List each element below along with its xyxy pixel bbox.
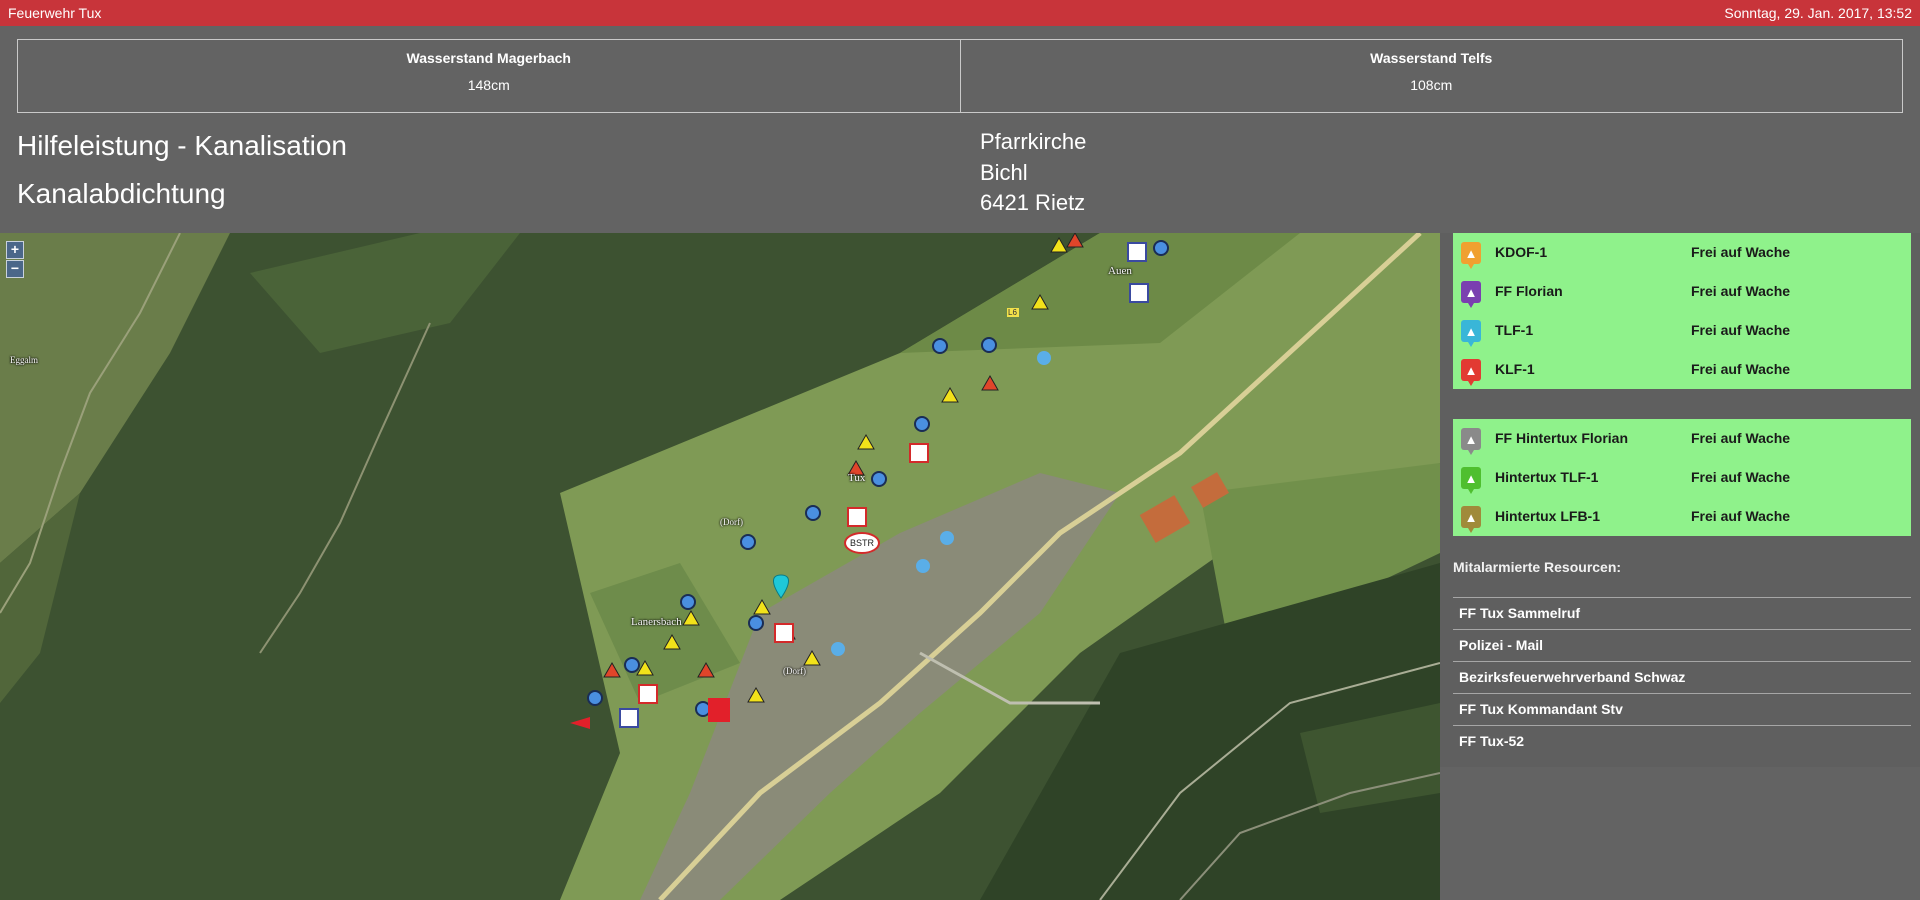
- vehicle-row[interactable]: ▲ KDOF-1 Frei auf Wache: [1453, 233, 1911, 272]
- station-title: Feuerwehr Tux: [8, 5, 102, 21]
- map-label-dorf: (Dorf): [720, 517, 743, 527]
- resource-item: FF Tux Sammelruf: [1453, 597, 1911, 629]
- car-icon: ▲: [1461, 467, 1481, 494]
- map-label-auen: Auen: [1108, 265, 1132, 277]
- car-icon: ▲: [1461, 242, 1481, 269]
- resource-item: Bezirksfeuerwehrverband Schwaz: [1453, 661, 1911, 693]
- current-datetime: Sonntag, 29. Jan. 2017, 13:52: [1724, 5, 1912, 21]
- zoom-in-button[interactable]: +: [6, 241, 24, 259]
- car-icon: ▲: [1461, 428, 1481, 455]
- vehicle-status: Frei auf Wache: [1691, 244, 1791, 260]
- vehicle-status: Frei auf Wache: [1691, 322, 1791, 338]
- vehicle-name: Hintertux TLF-1: [1495, 469, 1599, 485]
- map-label-bstr: BSTR: [850, 538, 875, 548]
- water-level-panel: Wasserstand Magerbach 148cm Wasserstand …: [17, 39, 1903, 113]
- incident-address-line: Bichl: [980, 160, 1028, 185]
- car-icon: ▲: [1461, 359, 1481, 386]
- zoom-out-button[interactable]: −: [6, 260, 24, 278]
- incident-address-line: 6421 Rietz: [980, 190, 1086, 215]
- vehicle-name: TLF-1: [1495, 322, 1534, 338]
- incident-address-line: Pfarrkirche: [980, 129, 1087, 154]
- vehicle-group-hintertux: ▲ FF Hintertux Florian Frei auf Wache ▲ …: [1453, 419, 1911, 536]
- water-level-value: 108cm: [1410, 77, 1453, 93]
- water-level-value: 148cm: [467, 77, 510, 93]
- car-icon: ▲: [1461, 320, 1481, 347]
- map-label-lanersbach: Lanersbach: [631, 616, 682, 628]
- water-level-name: Wasserstand Magerbach: [406, 50, 571, 66]
- incident-map[interactable]: + − Eggalm Auen Tux (Dorf) Lanersbach (D…: [0, 233, 1440, 900]
- vehicle-panel: ▲ KDOF-1 Frei auf Wache ▲ FF Florian Fre…: [1440, 233, 1920, 767]
- map-label-eggalm: Eggalm: [10, 355, 38, 365]
- map-label-dorf: (Dorf): [783, 666, 806, 676]
- car-icon: ▲: [1461, 506, 1481, 533]
- water-level-telfs: Wasserstand Telfs 108cm: [959, 40, 1903, 112]
- water-level-name: Wasserstand Telfs: [1370, 50, 1493, 66]
- vehicle-row[interactable]: ▲ FF Florian Frei auf Wache: [1453, 272, 1911, 311]
- vehicle-name: Hintertux LFB-1: [1495, 508, 1600, 524]
- map-aerial-image: [0, 233, 1440, 900]
- vehicle-row[interactable]: ▲ FF Hintertux Florian Frei auf Wache: [1453, 419, 1911, 458]
- resource-item: FF Tux Kommandant Stv: [1453, 693, 1911, 725]
- resource-item: FF Tux-52: [1453, 725, 1911, 757]
- resource-item: Polizei - Mail: [1453, 629, 1911, 661]
- water-level-magerbach: Wasserstand Magerbach 148cm: [18, 40, 960, 112]
- resources-title: Mitalarmierte Resourcen:: [1453, 559, 1622, 575]
- vehicle-status: Frei auf Wache: [1691, 430, 1791, 446]
- incident-keyword: Kanalabdichtung: [17, 178, 226, 209]
- vehicle-name: FF Florian: [1495, 283, 1563, 299]
- vehicle-row[interactable]: ▲ TLF-1 Frei auf Wache: [1453, 311, 1911, 350]
- car-icon: ▲: [1461, 281, 1481, 308]
- vehicle-name: KDOF-1: [1495, 244, 1548, 260]
- vehicle-group-tux: ▲ KDOF-1 Frei auf Wache ▲ FF Florian Fre…: [1453, 233, 1911, 389]
- vehicle-status: Frei auf Wache: [1691, 283, 1791, 299]
- vehicle-row[interactable]: ▲ Hintertux TLF-1 Frei auf Wache: [1453, 458, 1911, 497]
- vehicle-status: Frei auf Wache: [1691, 508, 1791, 524]
- incident-type: Hilfeleistung - Kanalisation: [17, 130, 347, 161]
- vehicle-name: FF Hintertux Florian: [1495, 430, 1628, 446]
- top-bar: Feuerwehr Tux Sonntag, 29. Jan. 2017, 13…: [0, 0, 1920, 26]
- map-label-tux: Tux: [848, 472, 866, 484]
- vehicle-status: Frei auf Wache: [1691, 361, 1791, 377]
- map-label-road: L6: [1008, 308, 1017, 317]
- vehicle-row[interactable]: ▲ KLF-1 Frei auf Wache: [1453, 350, 1911, 389]
- resources-list: FF Tux Sammelruf Polizei - Mail Bezirksf…: [1453, 597, 1911, 757]
- vehicle-name: KLF-1: [1495, 361, 1535, 377]
- vehicle-status: Frei auf Wache: [1691, 469, 1791, 485]
- vehicle-row[interactable]: ▲ Hintertux LFB-1 Frei auf Wache: [1453, 497, 1911, 536]
